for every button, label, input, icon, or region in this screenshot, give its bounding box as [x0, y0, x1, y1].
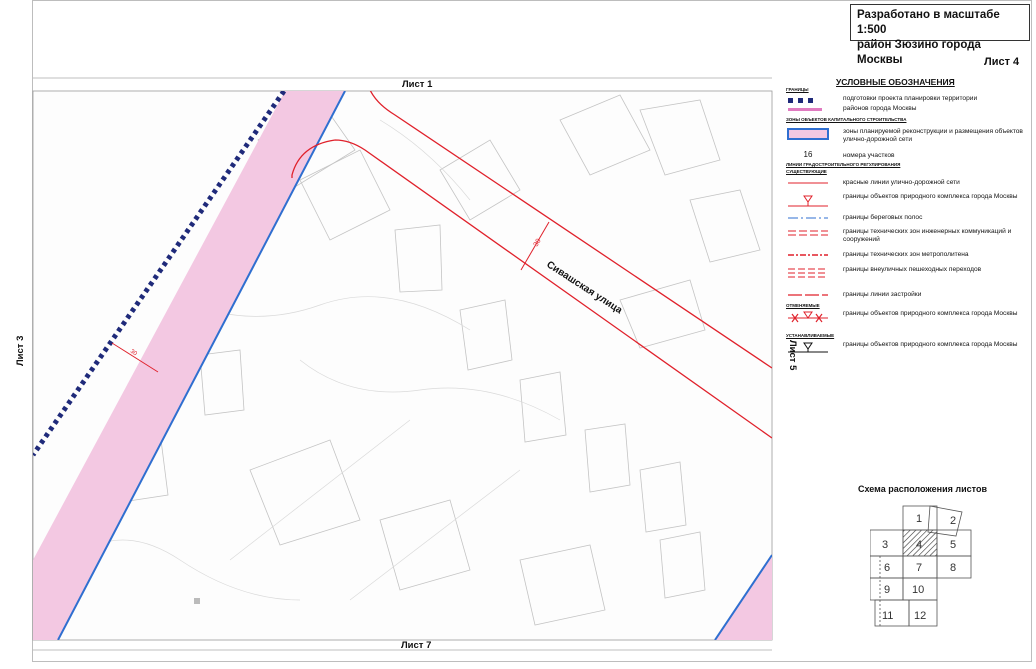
map-small-marker: [194, 598, 200, 604]
sheet-layout-scheme: 1 2 3 4 5 6 7 8 9 10 11 12: [870, 505, 972, 627]
title-scale-line: Разработано в масштабе 1:500: [857, 9, 1000, 36]
legend-title: УСЛОВНЫЕ ОБОЗНАЧЕНИЯ: [836, 77, 955, 87]
scheme-cell-2[interactable]: 2: [950, 515, 956, 527]
legend-text: границы внеуличных пешеходных переходов: [843, 266, 982, 273]
legend-text: границы объектов природного комплекса го…: [843, 310, 1018, 317]
legend-text: границы линии застройки: [843, 291, 922, 298]
legend-text: зоны планируемой реконструкции и размеще…: [843, 128, 1023, 143]
red-cross-line-icon: [788, 311, 828, 323]
legend-text: красные линии улично-дорожной сети: [843, 179, 960, 186]
adjacent-sheet-bottom[interactable]: Лист 7: [401, 640, 431, 651]
legend-text: подготовки проекта планировки территории: [843, 95, 978, 102]
legend-text: номера участков: [843, 152, 895, 159]
legend-section-regulation-lines: линии градостроительного регулирования: [786, 162, 901, 167]
legend-text: границы объектов природного комплекса го…: [843, 193, 1018, 200]
adjacent-sheet-left[interactable]: Лист 3: [15, 336, 26, 366]
red-triple-dash-icon: [788, 268, 828, 278]
sheet-scheme-title: Схема расположения листов: [858, 484, 987, 494]
adjacent-sheet-top[interactable]: Лист 1: [402, 79, 433, 90]
scheme-cell-6[interactable]: 6: [884, 562, 890, 574]
legend-text: границы технических зон инженерных комму…: [843, 228, 1012, 243]
legend-item-engineering-zones: границы технических зон инженерных комму…: [786, 228, 1031, 250]
sheet-number: Лист 4: [984, 56, 1020, 68]
black-triangle-line-icon: [788, 342, 828, 353]
scheme-cell-7[interactable]: 7: [916, 562, 922, 574]
scheme-cell-11[interactable]: 11: [882, 610, 893, 622]
scheme-cell-12[interactable]: 12: [914, 610, 926, 622]
legend-text: районов города Москвы: [843, 105, 917, 112]
legend-section-boundaries: границы: [786, 87, 809, 92]
legend-item-established-natural: границы объектов природного комплекса го…: [786, 341, 1031, 363]
red-triangle-line-icon: [788, 195, 828, 207]
legend-item-district-boundary: районов города Москвы: [786, 105, 1031, 127]
pink-zone-icon: [787, 128, 829, 140]
legend-item-pedestrian-crossings: границы внеуличных пешеходных переходов: [786, 266, 1031, 288]
legend-section-zones: зоны объектов капитального строительства: [786, 117, 907, 122]
scheme-cell-1[interactable]: 1: [916, 513, 922, 525]
legend-section-established: устанавливаемые: [786, 333, 835, 338]
title-box: Разработано в масштабе 1:500 район Зюзин…: [850, 4, 1030, 66]
scheme-cell-4[interactable]: 4: [916, 539, 922, 551]
scheme-cell-10[interactable]: 10: [912, 584, 924, 596]
magenta-band-icon: [788, 108, 822, 111]
red-double-dash-icon: [788, 230, 828, 236]
scheme-cell-3[interactable]: 3: [882, 539, 888, 551]
legend-text: границы объектов природного комплекса го…: [843, 341, 1018, 348]
legend-text: границы технических зон метрополитена: [843, 251, 969, 258]
legend-item-reconstruction-zone: зоны планируемой реконструкции и размеще…: [786, 128, 1031, 150]
legend-item-cancelled-natural: границы объектов природного комплекса го…: [786, 310, 1031, 332]
legend-section-cancelled: отменяемые: [786, 303, 820, 308]
legend-subsection-existing: существующие: [786, 169, 827, 174]
scheme-cell-9[interactable]: 9: [884, 584, 890, 596]
scheme-cell-5[interactable]: 5: [950, 539, 956, 551]
scheme-cell-8[interactable]: 8: [950, 562, 956, 574]
legend-item-natural-complex: границы объектов природного комплекса го…: [786, 193, 1031, 215]
legend-text: границы береговых полос: [843, 214, 923, 221]
